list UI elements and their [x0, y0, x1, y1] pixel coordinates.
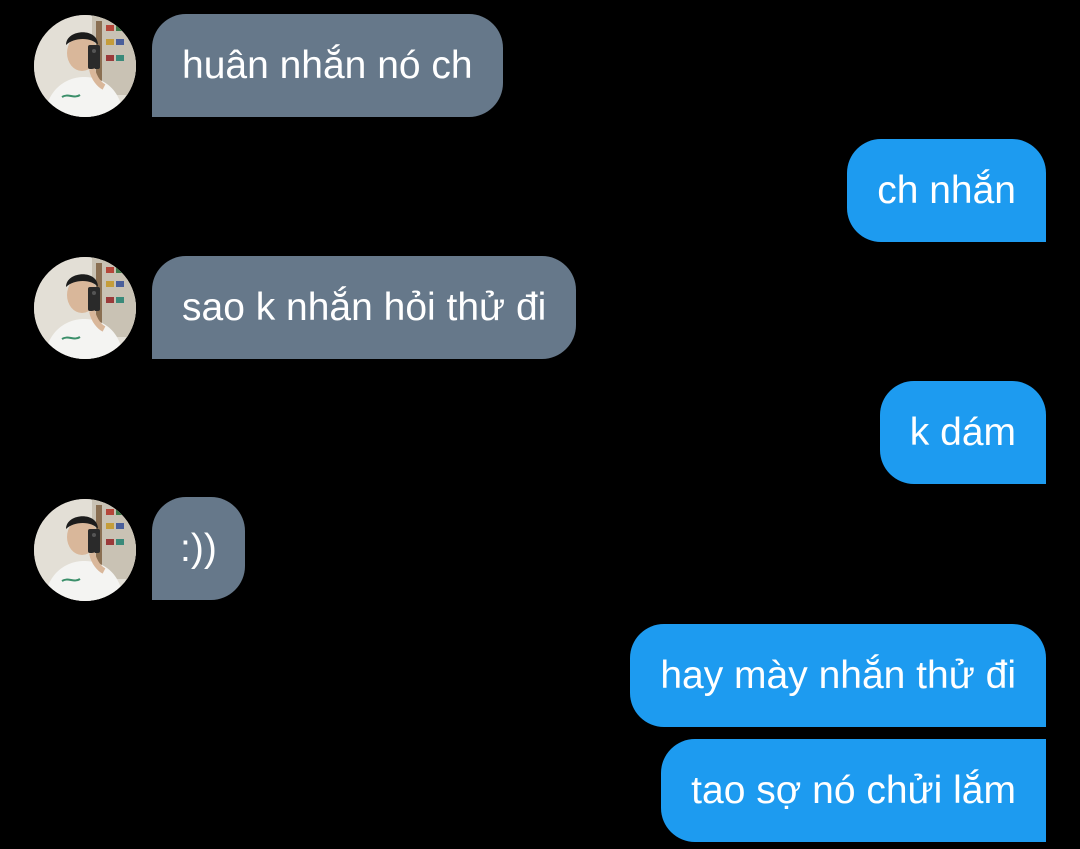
message-text: hay mày nhắn thử đi: [660, 653, 1016, 697]
person-photo-avatar-icon: [34, 499, 136, 601]
message-text: huân nhắn nó ch: [182, 43, 473, 87]
incoming-message-bubble[interactable]: :)): [152, 497, 245, 600]
outgoing-message-bubble[interactable]: k dám: [879, 381, 1046, 484]
outgoing-message-bubble[interactable]: hay mày nhắn thử đi: [630, 624, 1046, 727]
message-text: :)): [180, 526, 217, 570]
sender-avatar[interactable]: [34, 257, 136, 359]
message-text: k dám: [909, 410, 1016, 454]
sender-avatar[interactable]: [34, 499, 136, 601]
outgoing-message-bubble[interactable]: tao sợ nó chửi lắm: [661, 739, 1046, 842]
message-text: sao k nhắn hỏi thử đi: [182, 285, 547, 329]
sender-avatar[interactable]: [34, 15, 136, 117]
message-text: tao sợ nó chửi lắm: [691, 768, 1016, 812]
person-photo-avatar-icon: [34, 15, 136, 117]
person-photo-avatar-icon: [34, 257, 136, 359]
outgoing-message-bubble[interactable]: ch nhắn: [847, 139, 1046, 242]
chat-thread: huân nhắn nó ch ch nhắn sao k nhắn hỏi t…: [0, 0, 1080, 849]
incoming-message-bubble[interactable]: huân nhắn nó ch: [152, 14, 503, 117]
message-text: ch nhắn: [877, 168, 1016, 212]
incoming-message-bubble[interactable]: sao k nhắn hỏi thử đi: [152, 256, 577, 359]
